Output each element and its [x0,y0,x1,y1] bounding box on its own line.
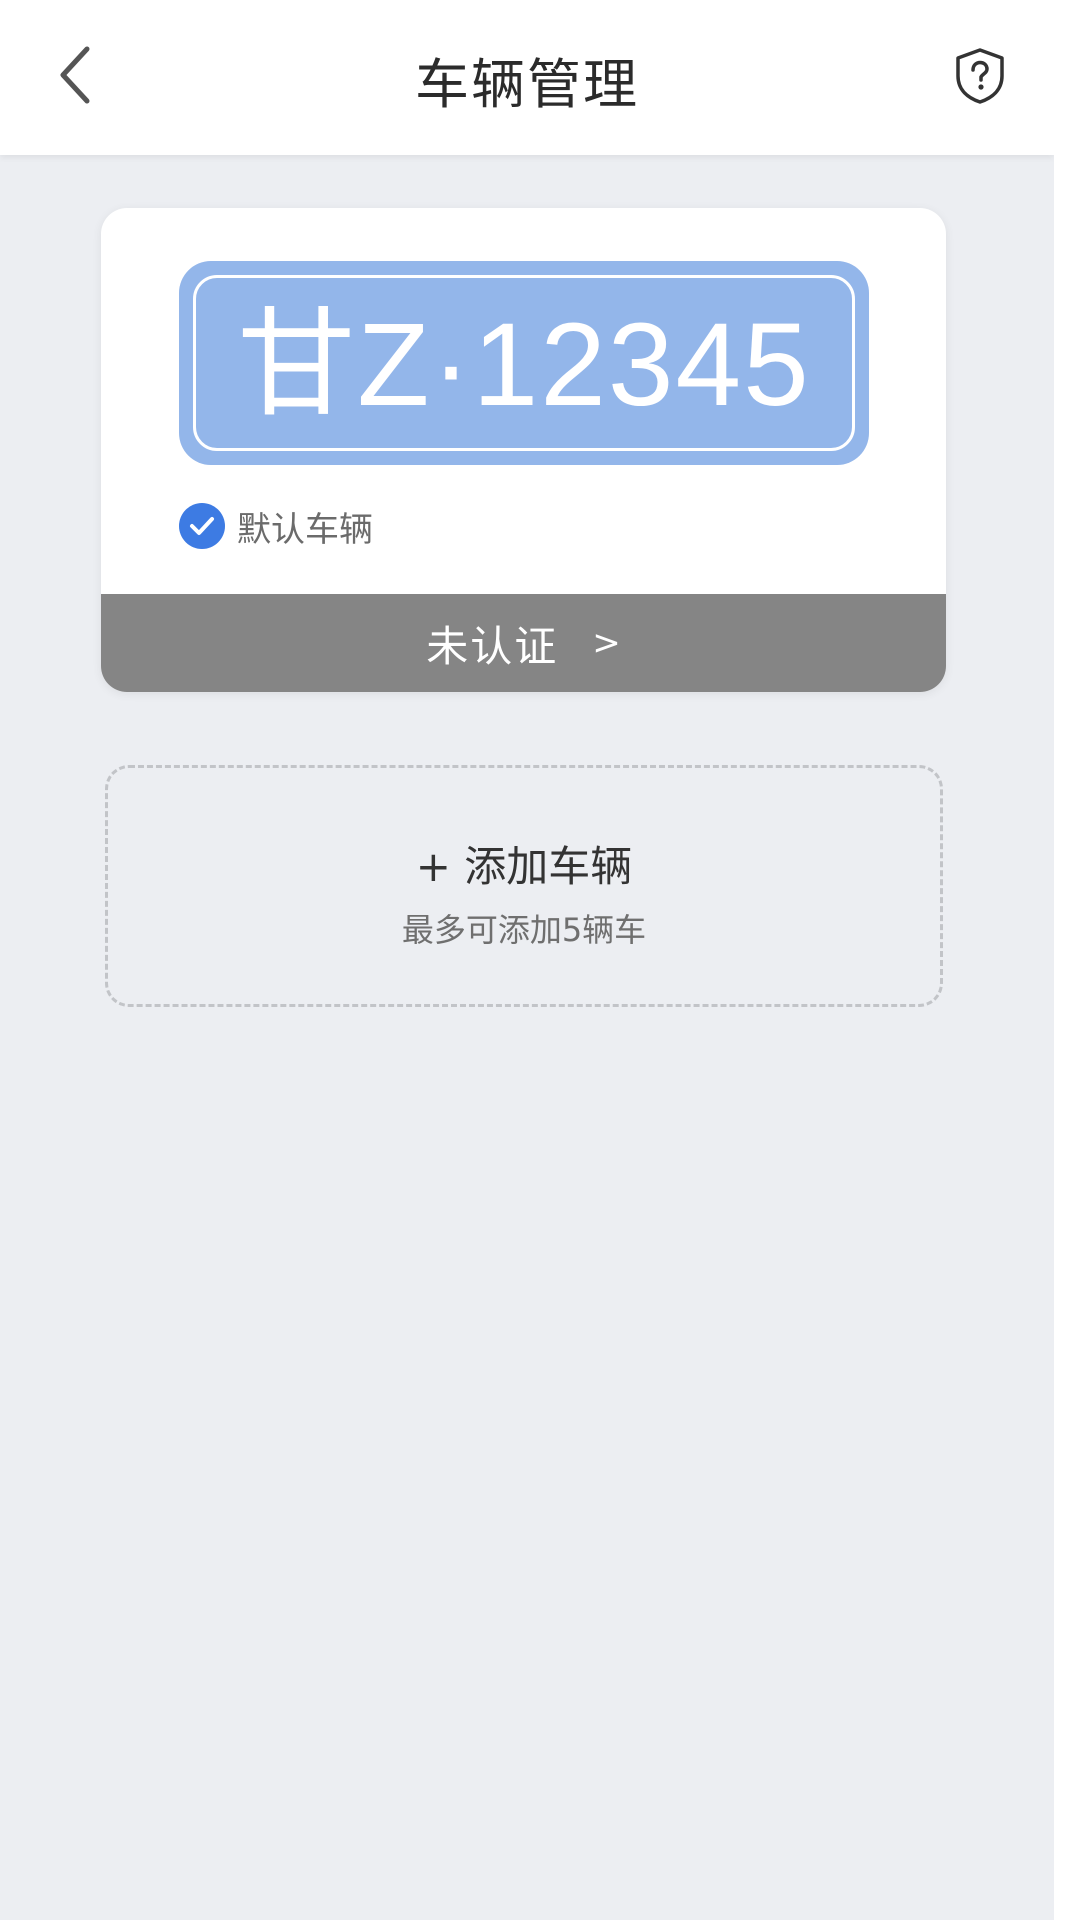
plate-number: 甘Z·12345 [237,299,811,431]
default-vehicle-toggle[interactable]: 默认车辆 [179,501,373,551]
license-plate: 甘Z·12345 [179,261,869,465]
page-title: 车辆管理 [415,53,639,116]
certification-status: 未认证 [426,621,559,671]
check-circle-icon [179,503,225,549]
right-edge-strip [1054,0,1080,1920]
screen: 车辆管理 甘Z·12345 默认车辆 未认证 > + 添加车辆 最多可添加5辆车 [0,0,1080,1920]
add-vehicle-title: + 添加车辆 [415,842,633,891]
shield-question-icon [956,48,1004,104]
add-vehicle-button[interactable]: + 添加车辆 最多可添加5辆车 [105,765,943,1007]
top-bar: 车辆管理 [0,0,1054,155]
add-vehicle-limit-note: 最多可添加5辆车 [401,911,647,949]
default-vehicle-label: 默认车辆 [237,509,373,550]
help-button[interactable] [944,40,1016,112]
chevron-right-icon: > [592,623,621,663]
license-plate-frame: 甘Z·12345 [193,275,855,451]
vehicle-card[interactable]: 甘Z·12345 默认车辆 未认证 > [101,208,946,692]
certification-button[interactable]: 未认证 > [101,594,946,692]
app-body: 车辆管理 甘Z·12345 默认车辆 未认证 > + 添加车辆 最多可添加5辆车 [0,0,1054,1920]
